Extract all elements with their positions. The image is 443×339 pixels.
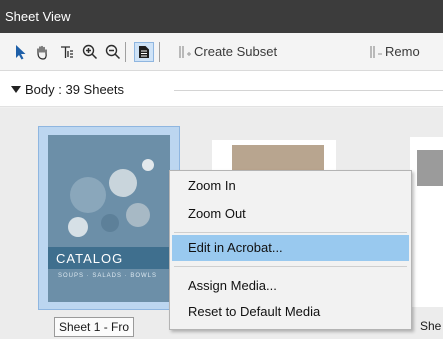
- sheet-label[interactable]: She: [416, 317, 443, 337]
- menu-item-zoom-in[interactable]: Zoom In: [172, 173, 409, 199]
- toolbar-divider: [125, 42, 126, 62]
- cover-subtitle: SOUPS · SALADS · BOWLS: [58, 273, 158, 279]
- remove-button[interactable]: Remo: [385, 44, 420, 59]
- page-view-icon[interactable]: [134, 42, 154, 62]
- menu-separator: [174, 266, 407, 267]
- section-title: Body : 39 Sheets: [25, 82, 125, 97]
- cover-title: CATALOG: [56, 251, 124, 266]
- context-menu: Zoom In Zoom Out Edit in Acrobat... Assi…: [169, 170, 412, 330]
- menu-item-zoom-out[interactable]: Zoom Out: [172, 201, 409, 227]
- create-subset-icon[interactable]: [175, 42, 195, 62]
- section-header: Body : 39 Sheets: [0, 71, 443, 107]
- menu-item-reset-default-media[interactable]: Reset to Default Media: [172, 299, 409, 325]
- menu-separator: [174, 232, 407, 233]
- arrow-cursor-icon[interactable]: [11, 42, 31, 62]
- toolbar-divider: [159, 42, 160, 62]
- text-select-icon[interactable]: [57, 42, 77, 62]
- menu-item-assign-media[interactable]: Assign Media...: [172, 273, 409, 299]
- sheet-label[interactable]: Sheet 1 - Fro: [54, 317, 134, 337]
- section-divider: [174, 90, 443, 91]
- create-subset-button[interactable]: Create Subset: [194, 44, 277, 59]
- collapse-caret-icon[interactable]: [11, 86, 21, 93]
- remove-icon[interactable]: [366, 42, 386, 62]
- sheet-thumbnail-image: [417, 150, 443, 186]
- zoom-in-icon[interactable]: [80, 42, 100, 62]
- menu-item-edit-in-acrobat[interactable]: Edit in Acrobat...: [172, 235, 409, 261]
- window-title: Sheet View: [0, 0, 443, 33]
- hand-pan-icon[interactable]: [32, 42, 52, 62]
- toolbar: Create Subset Remo: [0, 33, 443, 71]
- catalog-cover-image: CATALOG SOUPS · SALADS · BOWLS: [48, 135, 170, 302]
- zoom-out-icon[interactable]: [103, 42, 123, 62]
